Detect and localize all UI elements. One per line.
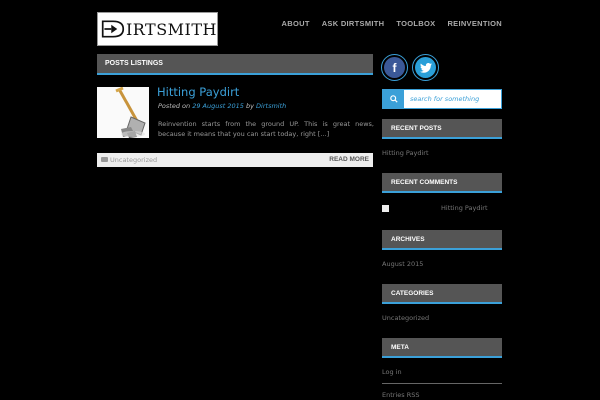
commenter-avatar [382,205,389,212]
login-link[interactable]: Log in [382,368,402,376]
search-input[interactable] [404,90,501,108]
recent-comment-link[interactable]: Hitting Paydirt [441,204,488,212]
search-button[interactable] [383,90,404,108]
section-title: POSTS LISTINGS [105,60,163,67]
entries-rss-link[interactable]: Entries RSS [382,391,419,399]
post-excerpt: Reinvention starts from the ground UP. T… [158,120,374,138]
facebook-button[interactable]: f [381,54,408,81]
post-title[interactable]: Hitting Paydirt [157,85,239,99]
recent-post-link[interactable]: Hitting Paydirt [382,149,429,157]
logo-text: IRTSMITH [125,19,217,39]
recent-comments-header: RECENT COMMENTS [382,173,502,193]
read-more-link[interactable]: READ MORE [329,156,369,163]
folder-icon [101,157,108,162]
main-nav: ABOUT ASK DIRTSMITH TOOLBOX REINVENTION [282,19,502,28]
widget-title: RECENT POSTS [391,125,442,132]
twitter-icon [415,57,436,78]
post-author[interactable]: Dirtsmith [256,102,286,110]
meta-prefix: Posted on [158,102,191,110]
site-logo[interactable]: IRTSMITH [97,12,218,46]
shovel-logo-icon [101,20,125,38]
shovel-image-icon [97,87,149,138]
categories-header: CATEGORIES [382,284,502,304]
posts-listing-header: POSTS LISTINGS [97,54,373,75]
meta-header: META [382,338,502,358]
nav-item-reinvention[interactable]: REINVENTION [447,19,502,28]
category-link[interactable]: Uncategorized [382,314,429,322]
post-meta: Posted on 29 August 2015 by Dirtsmith [158,102,286,110]
nav-item-toolbox[interactable]: TOOLBOX [396,19,435,28]
post-category[interactable]: Uncategorized [110,156,157,164]
search-widget [382,89,502,109]
twitter-button[interactable] [412,54,439,81]
meta-divider [382,383,502,384]
nav-item-ask-dirtsmith[interactable]: ASK DIRTSMITH [322,19,385,28]
widget-title: RECENT COMMENTS [391,179,458,186]
archives-header: ARCHIVES [382,230,502,250]
archive-link[interactable]: August 2015 [382,260,423,268]
widget-title: META [391,344,409,351]
nav-item-about[interactable]: ABOUT [282,19,310,28]
post-thumbnail[interactable] [97,87,149,138]
post-date[interactable]: 29 August 2015 [192,102,244,110]
meta-by: by [245,102,254,110]
facebook-icon: f [384,57,405,78]
post-footer: Uncategorized READ MORE [97,153,373,167]
search-icon [389,95,398,103]
recent-posts-header: RECENT POSTS [382,119,502,139]
widget-title: CATEGORIES [391,290,434,297]
widget-title: ARCHIVES [391,236,425,243]
